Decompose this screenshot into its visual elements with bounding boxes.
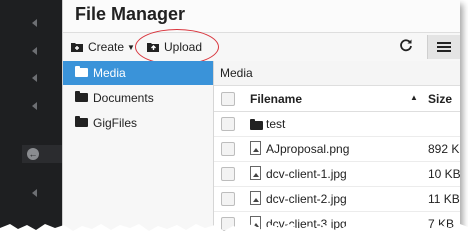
dialog-title: File Manager (75, 4, 186, 24)
create-label: Create (88, 40, 125, 54)
toolbar: Create ▼ Upload (63, 29, 460, 65)
file-size: 11 KB (428, 192, 460, 206)
refresh-icon (400, 39, 412, 52)
sidebar-item-gigfiles[interactable]: GigFiles (63, 111, 213, 135)
image-file-icon (250, 191, 261, 205)
row-checkbox[interactable] (221, 142, 235, 156)
file-size: 892 K (428, 142, 460, 156)
file-name: dcv-client-1.jpg (266, 167, 347, 181)
file-manager-dialog: File Manager Create ▼ Upload Media Docum… (62, 0, 460, 232)
back-circle-icon[interactable]: ← (27, 148, 39, 160)
sidebar-item-label: Documents (93, 91, 154, 105)
column-header-filename[interactable]: Filename (250, 92, 302, 106)
file-name: dcv-client-2.jpg (266, 192, 347, 206)
chevron-left-icon[interactable] (32, 74, 37, 82)
chevron-left-icon[interactable] (32, 102, 37, 110)
folder-icon (75, 66, 88, 77)
list-view-icon-line (437, 50, 451, 52)
upload-highlight-ring (135, 29, 219, 65)
sort-up-icon[interactable]: ▲ (410, 93, 418, 102)
column-header-size[interactable]: Size (428, 92, 452, 106)
app-sidebar-strip: ← (0, 0, 62, 232)
folder-icon (75, 116, 88, 127)
screenshot-paper: ← File Manager Create ▼ Upload Media Doc… (0, 0, 460, 232)
chevron-left-icon[interactable] (32, 47, 37, 55)
row-checkbox[interactable] (221, 167, 235, 181)
table-header: Filename ▲ Size (214, 87, 460, 112)
create-button[interactable]: Create ▼ (71, 37, 135, 57)
refresh-button[interactable] (399, 38, 413, 57)
file-name: AJproposal.png (266, 142, 350, 156)
chevron-left-icon[interactable] (32, 19, 37, 27)
chevron-left-icon[interactable] (32, 189, 37, 197)
sidebar-item-documents[interactable]: Documents (63, 86, 213, 110)
file-size: 10 KB (428, 167, 460, 181)
sidebar-item-label: Media (93, 66, 126, 80)
table-row[interactable]: dcv-client-1.jpg 10 KB (214, 162, 460, 187)
list-view-icon (437, 42, 451, 44)
image-file-icon (250, 166, 261, 180)
folder-icon (75, 91, 88, 102)
table-row[interactable]: AJproposal.png 892 K (214, 137, 460, 162)
folder-icon (250, 119, 263, 130)
row-checkbox[interactable] (221, 192, 235, 206)
table-row[interactable]: dcv-client-2.jpg 11 KB (214, 187, 460, 212)
file-list-panel: Media Filename ▲ Size test AJproposal.pn… (214, 61, 460, 232)
row-checkbox[interactable] (221, 117, 235, 131)
torn-edge (0, 224, 468, 240)
list-view-button[interactable] (427, 35, 460, 59)
caret-down-icon: ▼ (127, 42, 135, 52)
create-folder-icon (71, 43, 83, 52)
folder-sidebar: Media Documents GigFiles (63, 61, 214, 232)
file-name: test (266, 117, 286, 131)
sidebar-item-media[interactable]: Media (63, 61, 213, 85)
list-view-icon-line (437, 46, 451, 48)
breadcrumb: Media (214, 61, 460, 86)
image-file-icon (250, 141, 261, 155)
table-row[interactable]: test (214, 112, 460, 137)
select-all-checkbox[interactable] (221, 92, 235, 106)
sidebar-item-label: GigFiles (93, 116, 138, 130)
